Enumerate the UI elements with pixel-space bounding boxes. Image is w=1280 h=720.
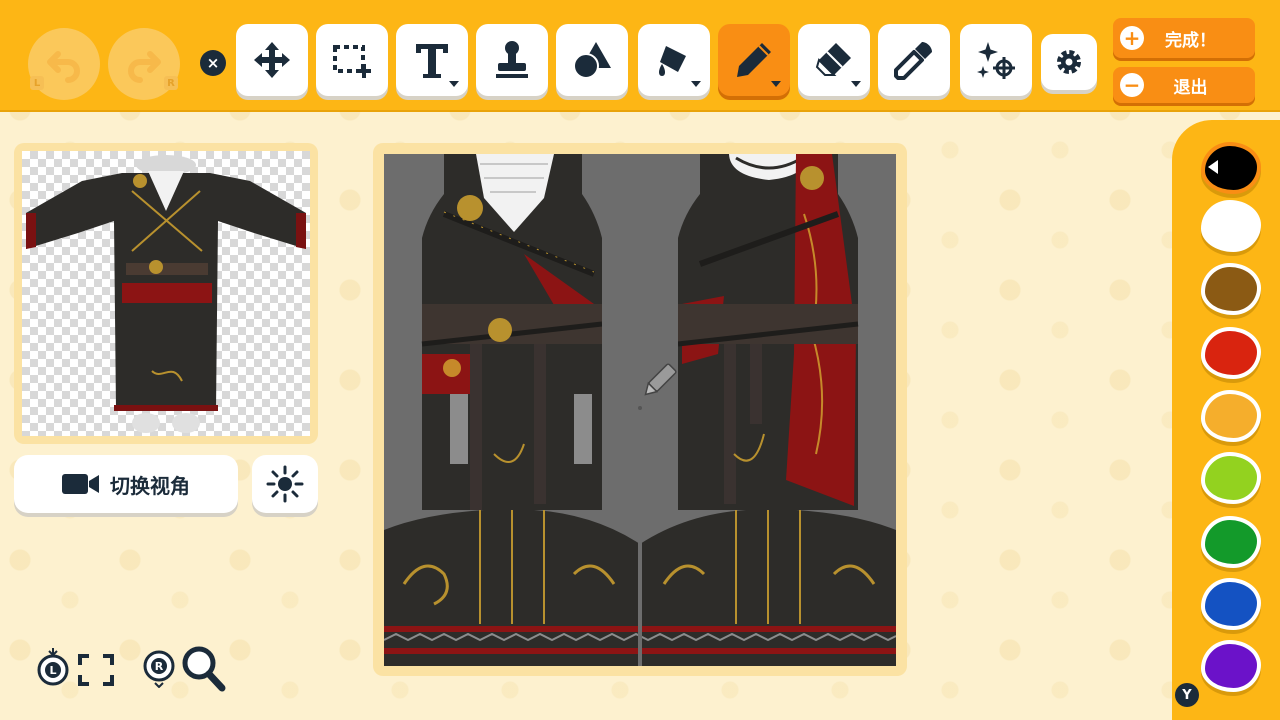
plus-icon: +: [1120, 26, 1144, 50]
shapes-icon: [573, 42, 611, 79]
stamp-icon: [496, 41, 528, 78]
color-swatch[interactable]: [1201, 516, 1261, 568]
stick-L-icon: L: [37, 648, 69, 686]
redo-button[interactable]: R: [108, 28, 180, 100]
eraser-icon: [815, 43, 851, 76]
eyedropper-icon: [894, 42, 932, 80]
effects-tool[interactable]: [960, 24, 1032, 96]
eraser-tool-caret: [851, 81, 861, 87]
fill-tool-caret: [691, 81, 701, 87]
shape-tool[interactable]: [556, 24, 628, 96]
sparkle-target-icon: [977, 42, 1015, 79]
switch-view-button[interactable]: 切换视角: [14, 455, 238, 513]
magnifier-icon: [182, 646, 226, 692]
pencil-tool[interactable]: [718, 24, 790, 96]
color-swatch[interactable]: [1201, 640, 1261, 692]
undo-icon: [47, 51, 80, 83]
switch-view-label: 切换视角: [110, 473, 190, 498]
stick-l-letter: L: [49, 664, 56, 677]
color-swatch[interactable]: [1201, 142, 1261, 194]
lighting-button[interactable]: [252, 455, 318, 513]
done-button[interactable]: + 完成！: [1113, 18, 1255, 58]
color-swatch[interactable]: [1201, 263, 1261, 315]
color-swatch[interactable]: [1201, 327, 1261, 379]
marquee-select-icon: [333, 45, 371, 78]
done-label: 完成！: [1165, 30, 1216, 51]
color-swatch[interactable]: [1201, 578, 1261, 630]
color-swatch[interactable]: [1201, 200, 1261, 252]
text-tool-caret: [449, 81, 459, 87]
stick-r-button[interactable]: R: [142, 648, 176, 692]
redo-icon: [128, 51, 161, 83]
fullscreen-button[interactable]: [78, 654, 114, 690]
paint-bucket-icon: [659, 46, 686, 76]
eraser-tool[interactable]: [798, 24, 870, 96]
model-preview[interactable]: [22, 151, 310, 436]
minus-icon: −: [1120, 73, 1144, 97]
stick-l-button[interactable]: L: [36, 648, 70, 692]
model-preview-panel: [14, 143, 318, 444]
zoom-button[interactable]: [180, 644, 226, 696]
stick-r-letter: R: [155, 660, 164, 673]
trigger-l-tag: L: [30, 76, 44, 90]
pencil-icon: [737, 43, 771, 77]
fullscreen-icon: [78, 654, 114, 686]
sun-icon: [266, 465, 304, 503]
color-swatch[interactable]: [1201, 390, 1261, 442]
move-tool[interactable]: [236, 24, 308, 96]
text-tool[interactable]: [396, 24, 468, 96]
garment-texture: [383, 154, 897, 666]
settings-button[interactable]: [1041, 34, 1097, 90]
stamp-tool[interactable]: [476, 24, 548, 96]
camera-icon: [62, 474, 99, 494]
selected-marker-icon: [1208, 160, 1218, 174]
move-arrows-icon: [254, 42, 290, 78]
close-tool-button[interactable]: ×: [200, 50, 226, 76]
fill-tool[interactable]: [638, 24, 710, 96]
garment-preview-image: [26, 155, 306, 433]
eyedropper-tool[interactable]: [878, 24, 950, 96]
gear-icon: [1057, 50, 1081, 74]
exit-label: 退出: [1173, 77, 1208, 98]
color-swatch[interactable]: [1201, 452, 1261, 504]
exit-button[interactable]: − 退出: [1113, 67, 1255, 103]
text-T-icon: [416, 44, 448, 78]
undo-button[interactable]: L: [28, 28, 100, 100]
trigger-r-tag: R: [164, 76, 178, 90]
top-toolbar: L R × + 完成！ − 退出: [0, 0, 1280, 112]
stick-R-icon: R: [143, 650, 175, 689]
select-tool[interactable]: [316, 24, 388, 96]
drawing-canvas[interactable]: [383, 154, 897, 666]
palette-page-button[interactable]: Y: [1175, 683, 1199, 707]
pencil-tool-caret: [771, 81, 781, 87]
